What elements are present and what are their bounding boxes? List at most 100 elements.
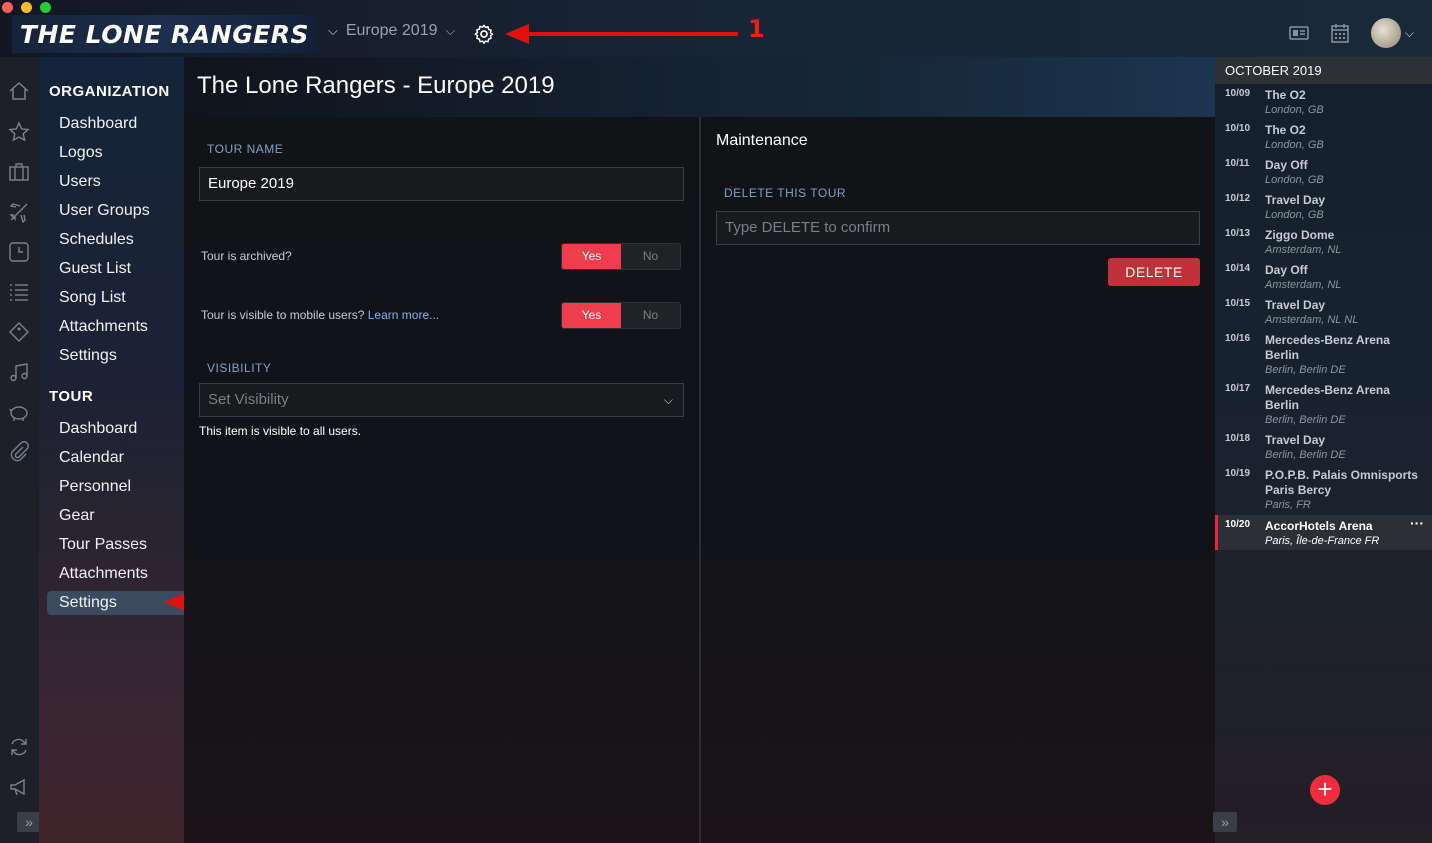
- org-item-settings[interactable]: Settings: [59, 347, 117, 365]
- event-name: Travel Day: [1265, 193, 1326, 207]
- clock-icon[interactable]: [8, 241, 30, 263]
- archived-no-option[interactable]: No: [621, 244, 680, 269]
- event-date: 10/18: [1225, 433, 1251, 444]
- tour-item-dashboard[interactable]: Dashboard: [59, 420, 137, 438]
- mobile-no-option[interactable]: No: [621, 303, 680, 328]
- list-icon[interactable]: [8, 281, 30, 303]
- schedule-item[interactable]: 10/17 Mercedes-Benz Arena Berlin Berlin, B…: [1215, 383, 1432, 431]
- event-name: Mercedes-Benz Arena Berlin: [1265, 333, 1390, 362]
- maximize-window-button[interactable]: [40, 2, 51, 13]
- schedule-month: OCTOBER 2019: [1215, 57, 1432, 84]
- gear-icon[interactable]: [473, 23, 495, 45]
- tour-item-tour-passes[interactable]: Tour Passes: [59, 536, 147, 554]
- tour-item-gear[interactable]: Gear: [59, 507, 95, 525]
- delete-button[interactable]: DELETE: [1108, 258, 1200, 286]
- tour-name-input[interactable]: Europe 2019: [199, 167, 684, 201]
- user-menu[interactable]: ⌵: [1370, 18, 1414, 48]
- schedule-item[interactable]: 10/19 P.O.P.B. Palais Omnisports Paris Be…: [1215, 468, 1432, 516]
- event-location: Amsterdam, NL NL: [1265, 314, 1359, 326]
- tour-item-attachments[interactable]: Attachments: [59, 565, 148, 583]
- event-date: 10/09: [1225, 88, 1251, 99]
- piggy-bank-icon[interactable]: [8, 401, 30, 423]
- event-location: Amsterdam, NL: [1265, 279, 1342, 291]
- mobile-yes-option[interactable]: Yes: [562, 303, 621, 328]
- event-date: 10/17: [1225, 383, 1251, 394]
- more-options-icon[interactable]: ···: [1410, 515, 1424, 531]
- event-name: Mercedes-Benz Arena Berlin: [1265, 383, 1390, 412]
- top-right-icons: ⌵: [1289, 18, 1414, 48]
- event-location: Berlin, Berlin DE: [1265, 364, 1346, 376]
- briefcase-icon[interactable]: [8, 161, 30, 183]
- tour-item-calendar[interactable]: Calendar: [59, 449, 124, 467]
- learn-more-link[interactable]: Learn more...: [368, 308, 439, 322]
- org-item-logos[interactable]: Logos: [59, 144, 103, 162]
- event-location: London, GB: [1265, 174, 1324, 186]
- archived-yes-option[interactable]: Yes: [562, 244, 621, 269]
- schedule-item[interactable]: 10/16 Mercedes-Benz Arena Berlin Berlin, B…: [1215, 333, 1432, 381]
- event-location: Paris, FR: [1265, 499, 1311, 511]
- org-item-users[interactable]: Users: [59, 173, 101, 191]
- expand-sidebar-button[interactable]: »: [17, 812, 41, 832]
- org-item-guest-list[interactable]: Guest List: [59, 260, 131, 278]
- schedule-item[interactable]: 10/15 Travel Day Amsterdam, NL NL: [1215, 298, 1432, 331]
- calendar-icon[interactable]: [1331, 23, 1349, 43]
- ticket-icon[interactable]: [8, 321, 30, 343]
- plane-icon[interactable]: [8, 201, 30, 223]
- archived-toggle[interactable]: Yes No: [561, 243, 681, 270]
- chevron-down-icon: ⌵: [445, 23, 456, 38]
- add-event-button[interactable]: +: [1310, 775, 1340, 805]
- expand-schedule-button[interactable]: »: [1213, 812, 1237, 832]
- mobile-visible-toggle[interactable]: Yes No: [561, 302, 681, 329]
- schedule-item[interactable]: 10/14 Day Off Amsterdam, NL: [1215, 263, 1432, 296]
- mobile-visible-question: Tour is visible to mobile users? Learn m…: [201, 308, 439, 322]
- visibility-label: VISIBILITY: [207, 361, 272, 375]
- event-date: 10/10: [1225, 123, 1251, 134]
- schedule-item-selected[interactable]: 10/20 AccorHotels Arena Paris, Île-de-Fran…: [1215, 515, 1432, 550]
- schedule-item[interactable]: 10/11 Day Off London, GB: [1215, 158, 1432, 191]
- music-icon[interactable]: [8, 361, 30, 383]
- org-item-attachments[interactable]: Attachments: [59, 318, 148, 336]
- tour-selector[interactable]: ⌵ Europe 2019 ⌵: [328, 22, 455, 40]
- annotation-label-1: 1: [748, 15, 765, 43]
- sync-icon[interactable]: [8, 736, 30, 758]
- event-location: Amsterdam, NL: [1265, 244, 1342, 256]
- event-name: P.O.P.B. Palais Omnisports Paris Bercy: [1265, 468, 1418, 497]
- schedule-item[interactable]: 10/10 The O2 London, GB: [1215, 123, 1432, 156]
- close-window-button[interactable]: [2, 2, 13, 13]
- schedule-item[interactable]: 10/13 Ziggo Dome Amsterdam, NL: [1215, 228, 1432, 261]
- id-card-icon[interactable]: [1289, 25, 1309, 41]
- event-date: 10/12: [1225, 193, 1251, 204]
- event-name: Day Off: [1265, 263, 1308, 277]
- org-item-user-groups[interactable]: User Groups: [59, 202, 150, 220]
- home-icon[interactable]: [8, 80, 30, 102]
- org-item-dashboard[interactable]: Dashboard: [59, 115, 137, 133]
- paperclip-icon[interactable]: [8, 441, 30, 463]
- event-location: London, GB: [1265, 104, 1324, 116]
- window-controls: [2, 2, 51, 13]
- event-name: Travel Day: [1265, 433, 1326, 447]
- org-item-schedules[interactable]: Schedules: [59, 231, 134, 249]
- visibility-select[interactable]: Set Visibility ⌵: [199, 383, 684, 417]
- schedule-item[interactable]: 10/12 Travel Day London, GB: [1215, 193, 1432, 226]
- organization-heading: ORGANIZATION: [49, 83, 170, 100]
- event-location: Berlin, Berlin DE: [1265, 449, 1346, 461]
- schedule-item[interactable]: 10/09 The O2 London, GB: [1215, 88, 1432, 121]
- megaphone-icon[interactable]: [8, 776, 30, 798]
- star-icon[interactable]: [8, 121, 30, 143]
- page-title: The Lone Rangers - Europe 2019: [197, 72, 555, 99]
- org-item-song-list[interactable]: Song List: [59, 289, 126, 307]
- visibility-note: This item is visible to all users.: [199, 424, 362, 438]
- event-location: Berlin, Berlin DE: [1265, 414, 1346, 426]
- mobile-visible-question-text: Tour is visible to mobile users?: [201, 308, 365, 322]
- tour-item-personnel[interactable]: Personnel: [59, 478, 131, 496]
- app-logo[interactable]: THE LONE RANGERS: [12, 15, 317, 53]
- delete-confirm-placeholder: Type DELETE to confirm: [725, 219, 891, 236]
- schedule-item[interactable]: 10/18 Travel Day Berlin, Berlin DE: [1215, 433, 1432, 466]
- event-location: London, GB: [1265, 139, 1324, 151]
- maintenance-heading: Maintenance: [716, 132, 808, 149]
- event-date: 10/14: [1225, 263, 1251, 274]
- event-date: 10/11: [1225, 158, 1250, 169]
- delete-confirm-input[interactable]: Type DELETE to confirm: [716, 211, 1200, 245]
- minimize-window-button[interactable]: [21, 2, 32, 13]
- event-name: Day Off: [1265, 158, 1308, 172]
